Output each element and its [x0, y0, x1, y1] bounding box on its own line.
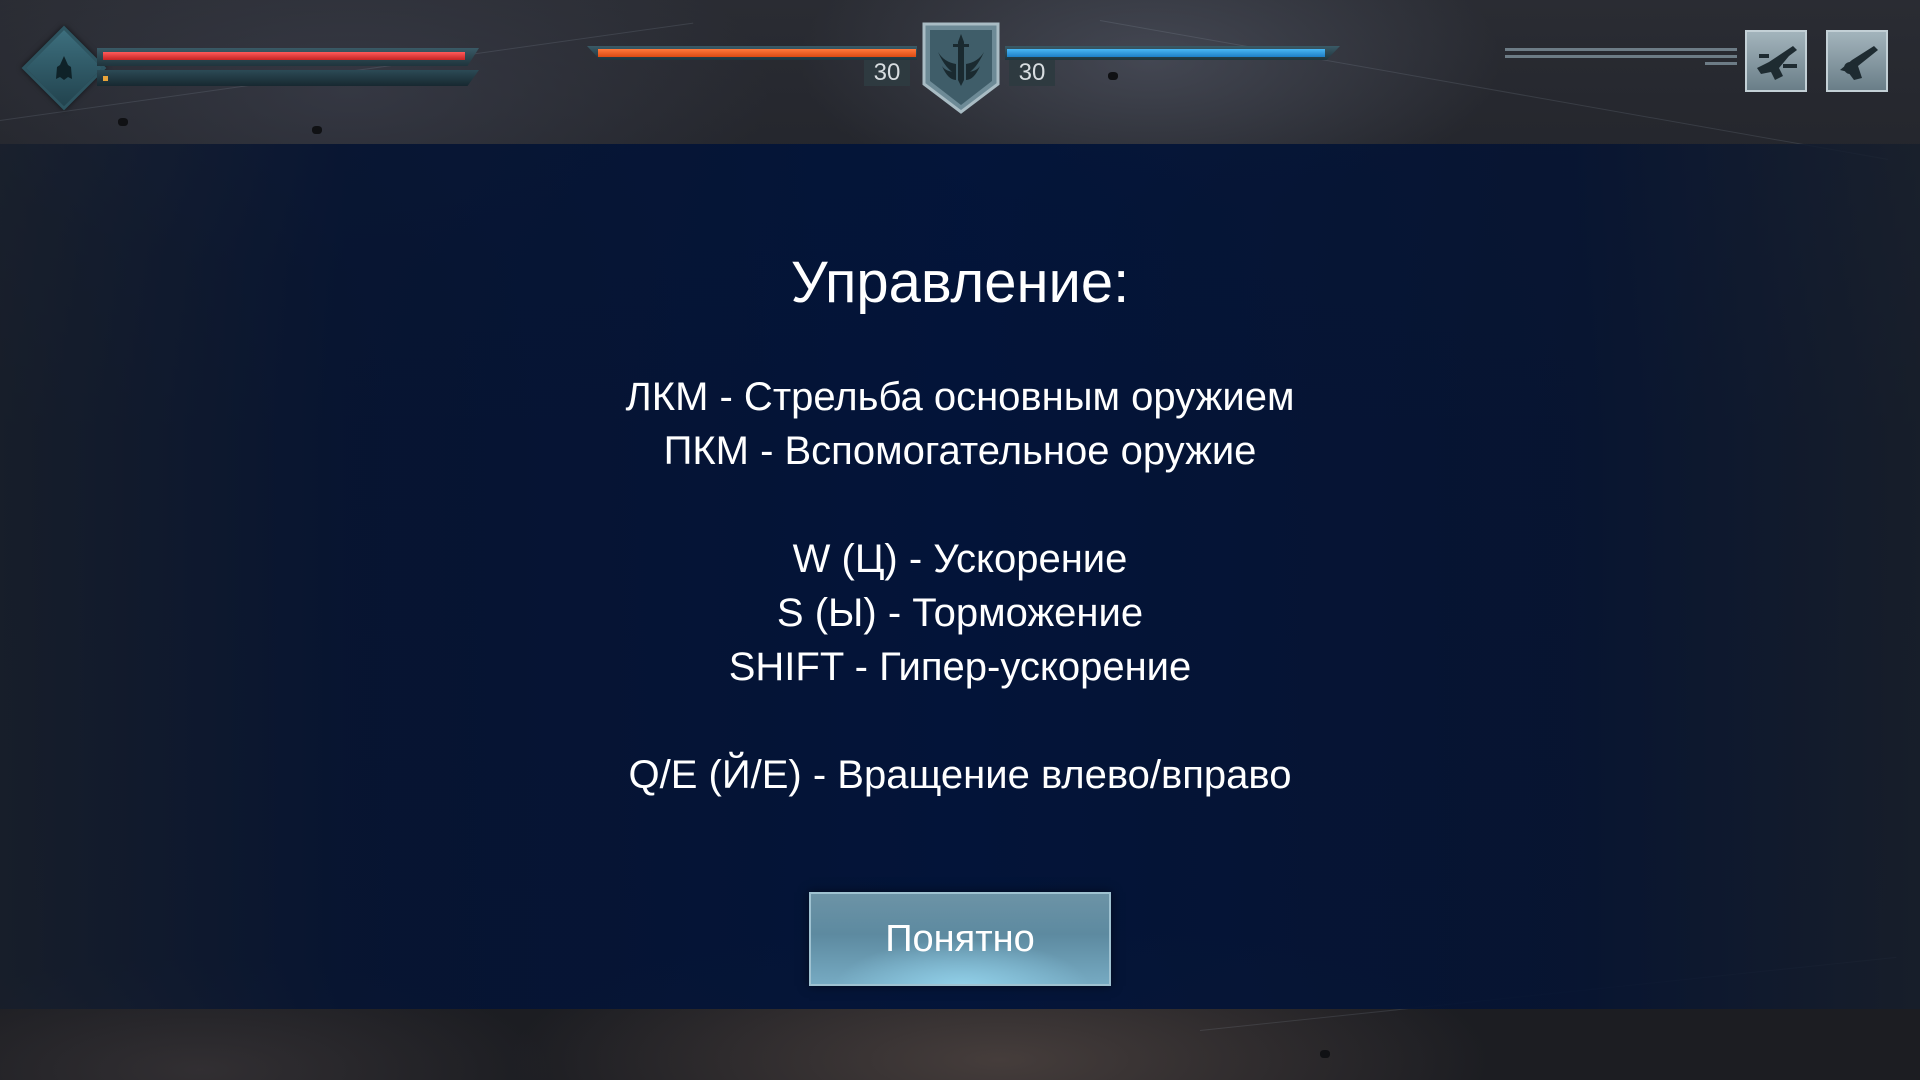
- game-screen: 30 30 Управление: ЛКМ - Стрельба основны…: [0, 0, 1920, 1080]
- player-energy-bar-frame: [97, 70, 479, 86]
- control-line-accelerate: W (Ц) - Ускорение: [792, 537, 1128, 581]
- ability-cooldown-lines: [1505, 46, 1737, 65]
- asteroid: [118, 118, 128, 126]
- confirm-button[interactable]: Понятно: [809, 892, 1111, 986]
- control-line-rotate: Q/E (Й/Е) - Вращение влево/вправо: [628, 753, 1292, 797]
- control-line-brake: S (Ы) - Торможение: [776, 591, 1144, 635]
- player-emblem: [21, 25, 107, 111]
- team-right-bar: [1007, 49, 1325, 57]
- team-right-score: 30: [1009, 60, 1055, 86]
- player-health-bar: [103, 52, 465, 60]
- team-left-score: 30: [864, 60, 910, 86]
- dialog-title: Управление:: [790, 250, 1130, 315]
- asteroid: [1320, 1050, 1330, 1058]
- player-energy-bar: [103, 76, 108, 81]
- control-line-primary-fire: ЛКМ - Стрельба основным оружием: [625, 375, 1295, 419]
- ability-slot-primary[interactable]: [1745, 30, 1807, 92]
- asteroid: [1108, 72, 1118, 80]
- cannon-weapon-icon: [1757, 46, 1797, 80]
- control-line-secondary-weapon: ПКМ - Вспомогательное оружие: [663, 429, 1257, 473]
- team-left-bar: [598, 49, 916, 57]
- turret-weapon-icon: [1840, 46, 1878, 80]
- controls-list: ЛКМ - Стрельба основным оружием ПКМ - Вс…: [0, 370, 1920, 802]
- sword-wings-shield-icon: [922, 22, 1000, 114]
- ability-slot-secondary[interactable]: [1826, 30, 1888, 92]
- asteroid: [312, 126, 322, 134]
- control-line-hyper-boost: SHIFT - Гипер-ускорение: [728, 645, 1192, 689]
- ship-emblem-icon: [56, 56, 72, 80]
